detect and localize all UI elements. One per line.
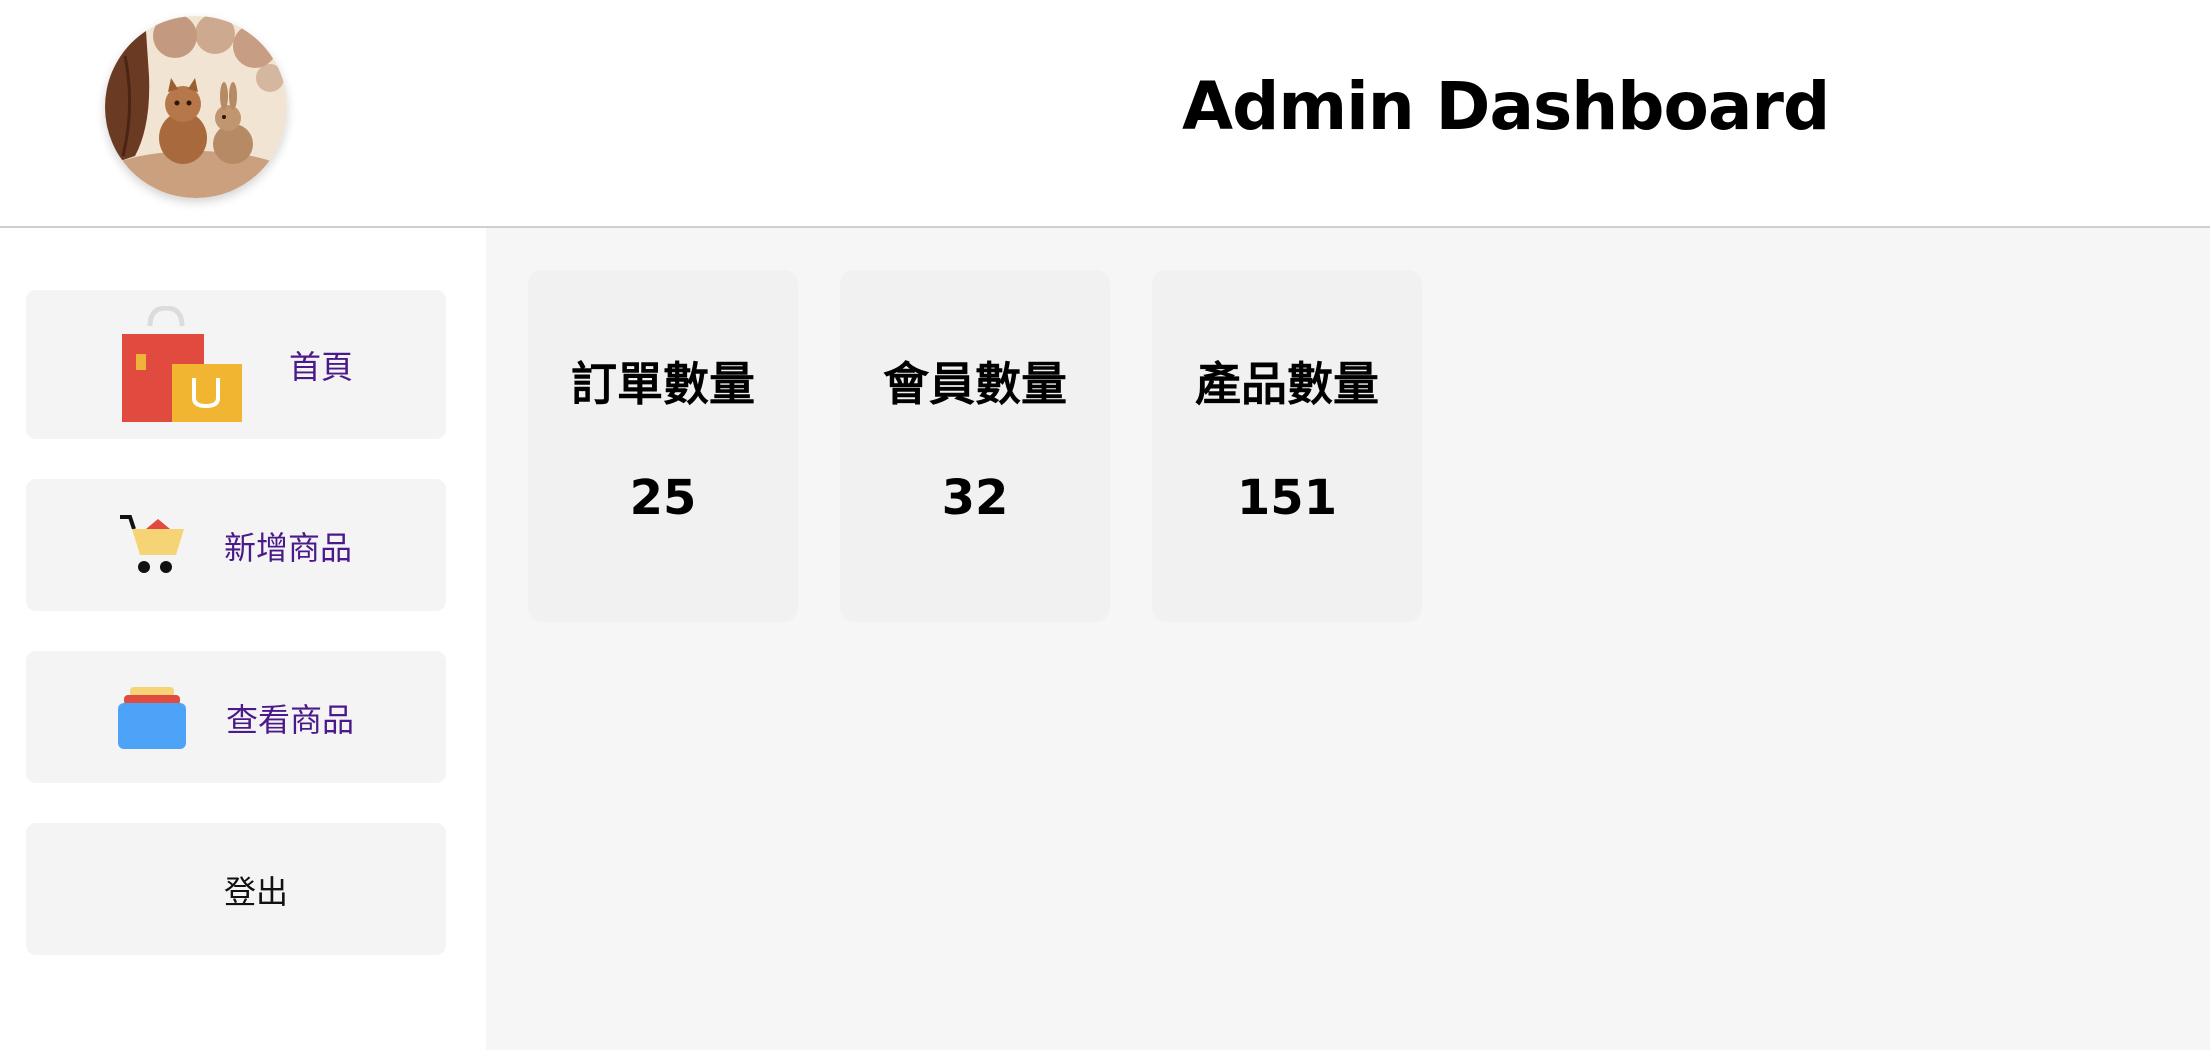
shopping-bags-icon [122, 305, 244, 428]
sidebar: 首頁 新增商品 查看商品 登出 [0, 228, 486, 1050]
sidebar-item-add-product[interactable]: 新增商品 [26, 479, 446, 611]
stat-card-products: 產品數量 151 [1152, 270, 1422, 622]
main-content: 訂單數量 25 會員數量 32 產品數量 151 [486, 228, 2210, 1050]
stat-value: 25 [629, 470, 697, 526]
sidebar-item-label: 查看商品 [226, 701, 355, 739]
stat-value: 151 [1236, 470, 1338, 526]
stat-card-orders: 訂單數量 25 [528, 270, 798, 622]
page-title: Admin Dashboard [1182, 68, 1830, 145]
shopping-cart-icon [118, 513, 188, 579]
header: Admin Dashboard [0, 0, 2210, 228]
sidebar-item-label: 首頁 [289, 348, 354, 386]
logout-label: 登出 [224, 873, 289, 911]
stat-value: 32 [941, 470, 1009, 526]
sidebar-item-label: 新增商品 [224, 529, 353, 567]
cat-and-rabbit-logo[interactable] [105, 16, 287, 198]
logout-button[interactable]: 登出 [26, 823, 446, 955]
sidebar-item-view-products[interactable]: 查看商品 [26, 651, 446, 783]
product-stack-icon [118, 687, 186, 753]
stat-label: 產品數量 [1195, 357, 1379, 411]
stat-label: 訂單數量 [571, 357, 755, 411]
stat-card-members: 會員數量 32 [840, 270, 1110, 622]
stat-label: 會員數量 [883, 357, 1067, 411]
sidebar-item-home[interactable]: 首頁 [26, 290, 446, 439]
